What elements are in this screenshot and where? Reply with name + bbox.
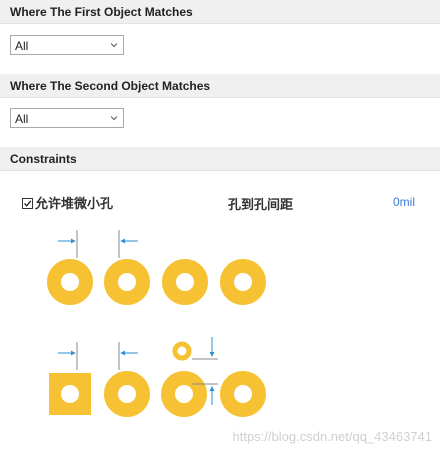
dimension-arrow-icon xyxy=(58,230,78,258)
pad-icon xyxy=(161,371,207,417)
first-object-title: Where The First Object Matches xyxy=(10,5,193,19)
pad-icon xyxy=(220,371,266,417)
pad-icon xyxy=(104,259,150,305)
second-object-select[interactable]: All xyxy=(10,108,124,128)
constraints-header: Constraints xyxy=(0,147,440,171)
chevron-down-icon xyxy=(111,116,117,121)
dimension-arrow-icon xyxy=(58,342,78,370)
checkmark-icon xyxy=(24,200,32,207)
second-object-select-value: All xyxy=(15,112,29,126)
first-object-header: Where The First Object Matches xyxy=(0,0,440,24)
square-pad-icon xyxy=(49,373,91,415)
pad-icon xyxy=(104,371,150,417)
pad-icon xyxy=(162,259,208,305)
allow-stacked-label: 允许堆微小孔 xyxy=(35,196,114,211)
pad-icon xyxy=(47,259,93,305)
dimension-arrow-icon xyxy=(118,230,138,258)
checkbox-icon[interactable] xyxy=(22,198,33,209)
hole-to-hole-label: 孔到孔间距 xyxy=(228,197,294,212)
hole-spacing-diagram xyxy=(47,230,266,417)
second-object-title: Where The Second Object Matches xyxy=(10,79,211,93)
allow-stacked-microvia-checkbox[interactable]: 允许堆微小孔 xyxy=(22,193,113,212)
second-object-header: Where The Second Object Matches xyxy=(0,74,440,98)
watermark: https://blog.csdn.net/qq_43463741 xyxy=(232,429,433,444)
chevron-down-icon xyxy=(111,43,117,48)
constraints-title: Constraints xyxy=(10,152,77,166)
pad-icon xyxy=(220,259,266,305)
hole-to-hole-value[interactable]: 0mil xyxy=(393,195,415,209)
first-object-select-value: All xyxy=(15,39,29,53)
small-via-icon xyxy=(172,341,192,361)
first-object-select[interactable]: All xyxy=(10,35,124,55)
dimension-arrow-icon xyxy=(118,342,138,370)
